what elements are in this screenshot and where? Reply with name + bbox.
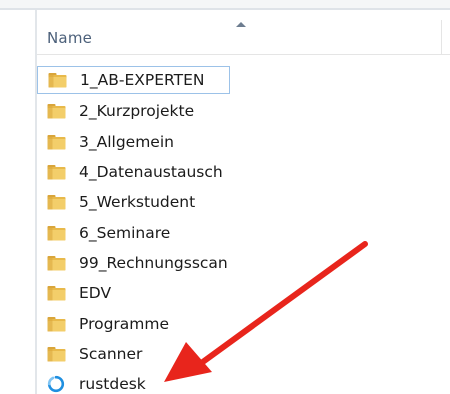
item-label: rustdesk — [79, 375, 146, 394]
folder-icon — [47, 134, 66, 150]
folder-icon — [47, 165, 66, 180]
item-label: Programme — [79, 314, 170, 333]
item-label: 5_Werkstudent — [79, 193, 196, 212]
item-label: 2_Kurzprojekte — [79, 102, 195, 121]
folder-icon — [48, 73, 67, 88]
folder-icon — [47, 195, 66, 210]
rustdesk-app-icon — [47, 376, 65, 393]
item-label: 4_Datenaustausch — [79, 163, 223, 182]
list-item-scanner[interactable]: Scanner — [37, 339, 450, 369]
list-item-2-kurzprojekte[interactable]: 2_Kurzprojekte — [37, 96, 450, 126]
item-label: Scanner — [79, 344, 143, 363]
folder-icon — [47, 104, 66, 119]
column-header-bar: Name — [37, 10, 450, 55]
name-column-header[interactable]: Name — [47, 29, 92, 47]
item-label: 3_Allgemein — [79, 132, 174, 151]
title-strip — [0, 0, 450, 8]
list-item-programme[interactable]: Programme — [37, 308, 450, 338]
folder-icon — [47, 316, 66, 332]
list-item-99-rechnungsscan[interactable]: 99_Rechnungsscan — [37, 248, 450, 278]
list-item-edv[interactable]: EDV — [37, 278, 450, 308]
list-item-6-seminare[interactable]: 6_Seminare — [37, 217, 450, 247]
folder-icon — [47, 286, 66, 301]
list-item-5-werkstudent[interactable]: 5_Werkstudent — [37, 187, 450, 217]
folder-icon — [47, 225, 66, 241]
item-label: EDV — [79, 284, 112, 303]
sort-ascending-icon — [236, 22, 246, 27]
list-item-rustdesk[interactable]: rustdesk — [37, 369, 450, 394]
file-list: 1_AB-EXPERTEN 2_Kurzprojekte 3_Allgemein — [37, 66, 450, 394]
column-separator[interactable] — [441, 20, 442, 54]
navigation-pane[interactable] — [0, 10, 36, 394]
list-item-4-datenaustausch[interactable]: 4_Datenaustausch — [37, 157, 450, 187]
file-explorer-window: Name 1_AB-EXPERTEN 2_Kurzprojekte 3_Allg… — [0, 0, 450, 394]
list-item-3-allgemein[interactable]: 3_Allgemein — [37, 127, 450, 157]
item-label: 99_Rechnungsscan — [79, 253, 228, 272]
folder-icon — [47, 255, 66, 271]
list-item-1-ab-experten[interactable]: 1_AB-EXPERTEN — [37, 66, 230, 94]
item-label: 6_Seminare — [79, 223, 171, 242]
folder-icon — [47, 346, 66, 362]
item-label: 1_AB-EXPERTEN — [80, 71, 205, 89]
